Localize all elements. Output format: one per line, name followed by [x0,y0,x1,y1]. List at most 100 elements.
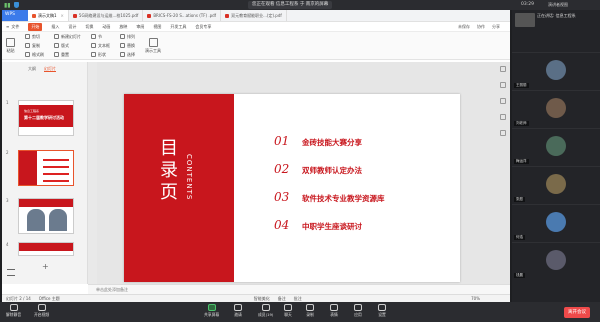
menu-icon[interactable] [7,269,15,276]
settings-icon[interactable] [500,114,506,120]
agenda-item: 02 双师教师认定办法 [274,162,362,176]
speaking-label: 正在讲话: 信息工程系 [537,13,576,18]
tab-slides[interactable]: 幻灯片 [44,66,56,72]
speaker-thumbnail[interactable] [515,13,535,27]
share-button[interactable]: 分享 [492,24,500,30]
textbox-button[interactable]: 文本框 [91,43,110,49]
settings-button[interactable]: 设置 [378,304,386,318]
notes-toggle[interactable]: 备注 [278,295,286,302]
tab-presentation[interactable]: 演示文稿1 × [28,10,69,21]
ppt-file-icon [32,13,36,18]
select-button[interactable]: 选择 [120,52,135,58]
select-icon [120,52,125,57]
record-button[interactable]: 录制 [306,304,314,318]
screen-share-banner: 您正在观看 信息工程系 于 南京的屏幕 [248,1,333,9]
reset-icon [54,52,59,57]
slide-thumbnail-pane: 大纲 幻灯片 1 信息工程系 第十二届教学研讨活动 2 3 4 + [2,62,88,284]
layout-button[interactable]: 版式 [54,43,81,49]
theme-name: Office 主题 [38,296,60,301]
slide-thumbnail[interactable]: 1 信息工程系 第十二届教学研讨活动 [6,100,74,136]
security-shield-icon[interactable] [13,2,19,8]
slide-thumbnail[interactable]: 4 [6,242,74,256]
camera-icon [37,304,46,311]
replace-button[interactable]: 替换 [120,43,135,49]
menu-view[interactable]: 视图 [153,24,161,30]
help-icon[interactable] [500,130,506,136]
menu-file[interactable]: ≡ 文件 [6,24,19,30]
zoom-level[interactable]: 70% [471,295,510,302]
copy-button[interactable]: 复制 [25,43,44,49]
tab-pdf-2[interactable]: BRICS-FS-20 S...ations (TF) .pdf [143,10,222,21]
menu-member[interactable]: 会员专享 [195,24,211,30]
section-icon [91,34,96,39]
layout-icon [54,43,59,48]
comment-button[interactable]: 批注 [294,295,302,302]
menu-review[interactable]: 审阅 [136,24,144,30]
arrange-button[interactable]: 排列 [120,34,135,40]
meeting-top-bar: ▮▮ 您正在观看 信息工程系 于 南京的屏幕 03:29 演讲者视图 [0,0,600,10]
menu-slideshow[interactable]: 放映 [119,24,127,30]
tab-outline[interactable]: 大纲 [28,66,36,72]
participant-tile[interactable]: 刘老师 [512,90,600,128]
slide-icon [54,34,59,39]
menu-transition[interactable]: 切换 [85,24,93,30]
unsaved-status[interactable]: 未保存 [458,24,470,30]
menu-insert[interactable]: 插入 [51,24,59,30]
person-photo [49,209,67,231]
paste-button[interactable]: 粘贴 [6,37,15,54]
tab-pdf-3[interactable]: 双元教育赋能职业...(定).pdf [221,10,287,21]
video-button[interactable]: 开启视频 [34,304,49,318]
current-slide[interactable]: 目 录 页 CONTENTS 01 金砖技能大赛分享 02 双师教师认定办法 03 软… [124,94,460,282]
participants-panel: 正在讲话: 信息工程系 王丽丽 刘老师 梅运洋 张庭 何浩 钱晨 [512,10,600,302]
replace-icon [120,43,125,48]
share-screen-button[interactable]: 共享屏幕 [204,304,219,318]
menu-home[interactable]: 开始 [28,22,43,31]
menu-design[interactable]: 设计 [68,24,76,30]
mic-icon [9,304,18,311]
pdf-file-icon [147,13,152,18]
new-slide-button[interactable]: 新建幻灯片 [54,34,81,40]
invite-button[interactable]: 邀请 [234,304,242,318]
notes-area[interactable]: 单击此处添加备注 [88,284,510,294]
apps-button[interactable]: 应用 [354,304,362,318]
section-button[interactable]: 节 [91,34,110,40]
shape-button[interactable]: 形状 [91,52,110,58]
animation-icon[interactable] [500,82,506,88]
members-button[interactable]: 成员(19) [258,304,273,318]
layout-view-button[interactable]: 演讲者视图 [548,1,568,9]
menu-developer[interactable]: 开发工具 [170,24,186,30]
reset-button[interactable]: 重置 [54,52,81,58]
slide-thumbnail[interactable]: 3 [6,198,74,234]
chat-button[interactable]: 聊天 [284,304,292,318]
participant-tile[interactable]: 王丽丽 [512,52,600,90]
presentation-tools-button[interactable]: 演示工具 [145,37,161,54]
smart-beautify-button[interactable]: 智能美化 [254,295,270,302]
close-icon[interactable]: × [61,10,64,21]
format-painter-button[interactable]: 格式刷 [25,52,44,58]
emoji-button[interactable]: 表情 [330,304,338,318]
menu-animation[interactable]: 动画 [102,24,110,30]
menu-bar: ≡ 文件 开始 插入 设计 切换 动画 放映 审阅 视图 开发工具 会员专享 未保… [2,22,510,32]
tab-pdf-1[interactable]: 5G网络建设与运维...校1025.pdf [69,10,144,21]
chart-icon[interactable] [500,98,506,104]
avatar [546,174,566,194]
collaborate-button[interactable]: 协作 [477,24,485,30]
record-icon [306,304,314,311]
add-slide-button[interactable]: + [42,262,49,271]
participant-tile[interactable]: 何浩 [512,204,600,242]
slide-canvas[interactable]: 目 录 页 CONTENTS 01 金砖技能大赛分享 02 双师教师认定办法 03 软… [97,62,510,284]
chat-icon [284,304,292,311]
wps-logo[interactable]: WPS [2,10,28,21]
avatar [546,250,566,270]
side-toolbar [500,66,508,136]
participant-tile[interactable]: 梅运洋 [512,128,600,166]
participant-tile[interactable]: 张庭 [512,166,600,204]
leave-meeting-button[interactable]: 离开会议 [564,307,590,318]
pdf-file-icon [72,13,77,18]
cut-button[interactable]: 剪切 [25,34,44,40]
format-icon[interactable] [500,66,506,72]
slide-thumbnail[interactable]: 2 [6,150,74,186]
participant-tile[interactable]: 钱晨 [512,242,600,280]
mute-button[interactable]: 解除静音 [6,304,21,318]
paste-icon [6,37,15,47]
